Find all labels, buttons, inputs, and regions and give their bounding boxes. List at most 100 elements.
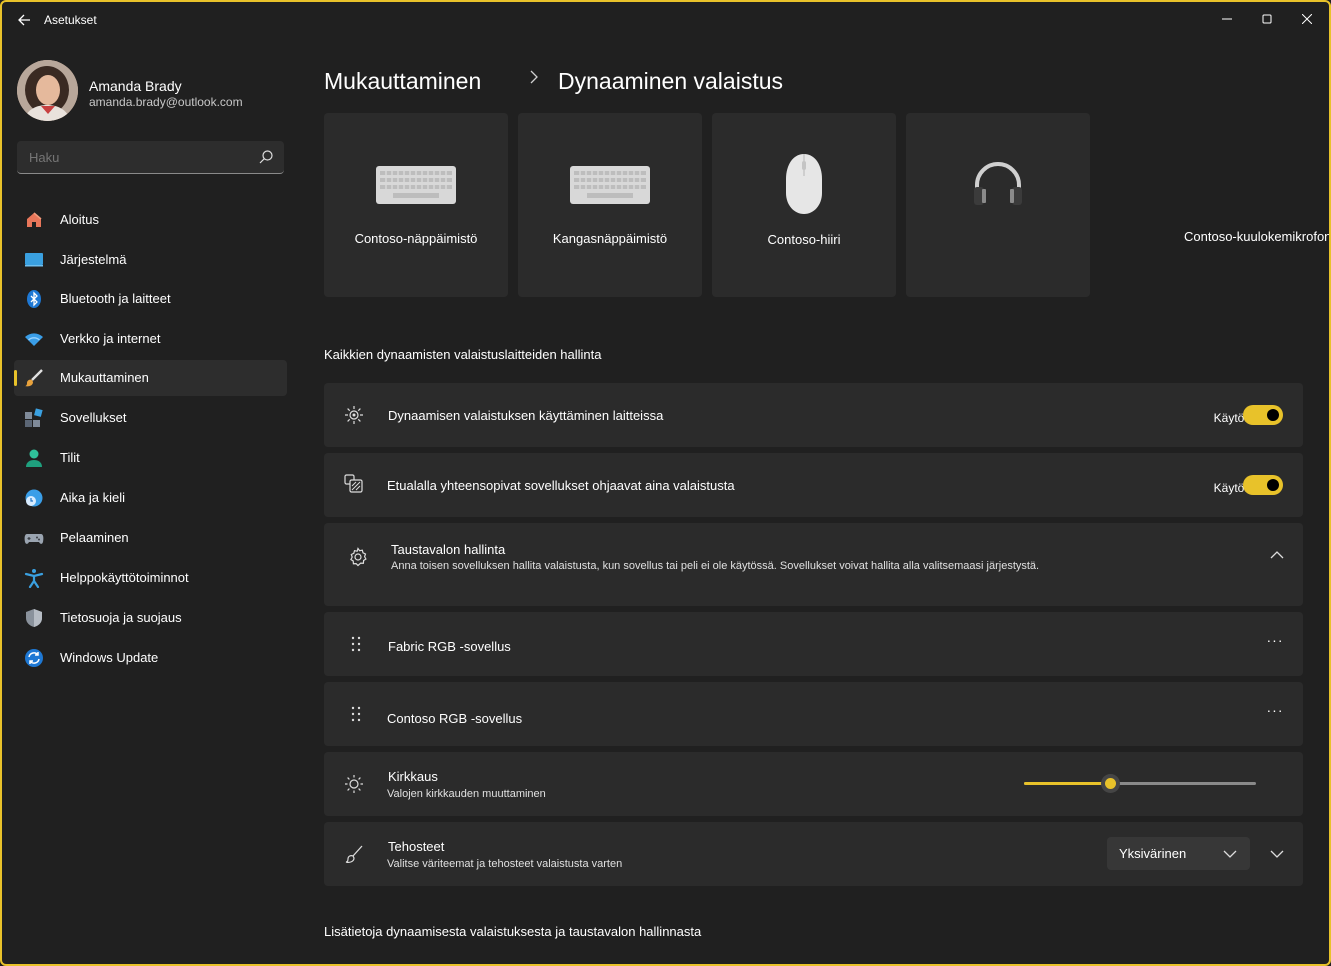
app-title: Asetukset <box>44 13 97 27</box>
sidebar-item-tilit[interactable]: Tilit <box>14 440 287 476</box>
maximize-button[interactable] <box>1247 8 1287 32</box>
sidebar-item-label: Järjestelmä <box>60 252 127 267</box>
row-title: Fabric RGB -sovellus <box>388 639 511 654</box>
foreground-apps-row: Etualalla yhteensopivat sovellukset ohja… <box>324 453 1303 517</box>
bluetooth-icon <box>27 290 41 308</box>
more-options-button[interactable]: ··· <box>1263 632 1287 652</box>
brush-icon <box>25 369 43 387</box>
device-label: Contoso-hiiri <box>767 232 841 247</box>
sidebar-item-bluetooth[interactable]: Bluetooth ja laitteet <box>14 281 287 317</box>
row-title: Kirkkaus <box>388 769 438 784</box>
profile-email: amanda.brady@outlook.com <box>89 95 243 109</box>
sidebar-item-verkko[interactable]: Verkko ja internet <box>14 321 287 357</box>
home-icon <box>27 212 42 227</box>
search-box[interactable] <box>17 141 284 174</box>
selection-indicator <box>14 370 17 386</box>
back-arrow-icon <box>18 14 30 26</box>
gamepad-icon <box>24 534 44 544</box>
more-options-button[interactable]: ··· <box>1263 702 1287 722</box>
device-label: Kangasnäppäimistö <box>552 231 668 246</box>
wifi-icon <box>25 333 43 346</box>
breadcrumb-parent[interactable]: Mukauttaminen <box>324 68 481 95</box>
profile-name: Amanda Brady <box>89 78 182 94</box>
row-title: Etualalla yhteensopivat sovellukset ohja… <box>387 478 735 493</box>
row-subtitle: Valitse väriteemat ja tehosteet valaistu… <box>387 858 623 870</box>
chevron-down-icon[interactable] <box>1267 844 1287 864</box>
sidebar-item-pelaaminen[interactable]: Pelaaminen <box>14 520 287 556</box>
app-order-row[interactable]: Contoso RGB -sovellus ··· <box>324 682 1303 746</box>
foreground-apps-toggle[interactable] <box>1243 475 1283 495</box>
sidebar-item-windows-update[interactable]: Windows Update <box>14 640 287 676</box>
lighting-icon <box>345 406 363 424</box>
device-label: Contoso-kuulokemikrofoni <box>1184 229 1331 244</box>
device-label: Contoso-näppäimistö <box>354 231 478 246</box>
sidebar-item-jarjestelma[interactable]: Järjestelmä <box>14 242 287 278</box>
toggle-knob <box>1267 479 1279 491</box>
sidebar-item-label: Verkko ja internet <box>60 331 161 346</box>
effects-row[interactable]: Tehosteet Valitse väriteemat ja tehostee… <box>324 822 1303 886</box>
sidebar-item-label: Helppokäyttötoiminnot <box>60 570 189 585</box>
keyboard-icon <box>570 166 650 204</box>
shield-icon <box>26 609 42 627</box>
slider-thumb[interactable] <box>1100 774 1120 793</box>
sidebar-item-aloitus[interactable]: Aloitus <box>14 202 287 238</box>
time-language-icon <box>25 489 43 507</box>
row-title: Tehosteet <box>388 839 445 854</box>
use-dynamic-lighting-row: Dynaamisen valaistuksen käyttäminen lait… <box>324 383 1303 447</box>
sidebar-item-label: Mukauttaminen <box>60 370 149 385</box>
chevron-up-icon[interactable] <box>1267 545 1287 565</box>
chevron-down-icon <box>1223 850 1237 858</box>
minimize-icon <box>1222 18 1232 20</box>
device-card-contoso-headset[interactable] <box>906 113 1090 297</box>
title-bar: Asetukset <box>2 2 1329 38</box>
device-card-fabric-keyboard[interactable]: Kangasnäppäimistö <box>518 113 702 297</box>
sidebar-item-sovellukset[interactable]: Sovellukset <box>14 400 287 436</box>
breadcrumb-chevron-icon <box>529 70 539 89</box>
row-title: Contoso RGB -sovellus <box>387 711 523 726</box>
system-icon <box>25 253 43 267</box>
use-dynamic-lighting-toggle[interactable] <box>1243 405 1283 425</box>
sidebar-item-label: Tilit <box>60 450 80 465</box>
brightness-row: Kirkkaus Valojen kirkkauden muuttaminen <box>324 752 1303 816</box>
device-card-contoso-keyboard[interactable]: Contoso-näppäimistö <box>324 113 508 297</box>
avatar[interactable] <box>17 60 78 121</box>
brush-icon <box>345 845 363 863</box>
background-control-row[interactable]: Taustavalon hallinta Anna toisen sovellu… <box>324 523 1303 606</box>
learn-more-link[interactable]: Lisätietoja dynaamisesta valaistuksesta … <box>324 924 701 939</box>
row-subtitle: Anna toisen sovelluksen hallita valaistu… <box>391 560 1040 572</box>
device-card-contoso-mouse[interactable]: Contoso-hiiri <box>712 113 896 297</box>
headset-icon <box>974 162 1022 205</box>
back-button[interactable] <box>14 10 34 30</box>
sidebar-item-label: Tietosuoja ja suojaus <box>60 610 182 625</box>
close-icon <box>1301 13 1313 25</box>
sidebar-item-aika[interactable]: Aika ja kieli <box>14 480 287 516</box>
accessibility-icon <box>24 569 44 588</box>
sidebar-item-label: Aika ja kieli <box>60 490 126 505</box>
sidebar-item-tietosuoja[interactable]: Tietosuoja ja suojaus <box>14 600 287 636</box>
brightness-slider[interactable] <box>1024 774 1256 793</box>
brightness-icon <box>345 775 363 793</box>
app-order-row[interactable]: Fabric RGB -sovellus ··· <box>324 612 1303 676</box>
page-title: Dynaaminen valaistus <box>558 68 784 94</box>
drag-handle-icon[interactable] <box>346 634 366 654</box>
sidebar-item-label: Bluetooth ja laitteet <box>60 291 171 306</box>
toggle-knob <box>1267 409 1279 421</box>
minimize-button[interactable] <box>1207 8 1247 32</box>
row-title: Taustavalon hallinta <box>391 542 506 557</box>
row-title: Dynaamisen valaistuksen käyttäminen lait… <box>388 408 664 423</box>
maximize-icon <box>1262 14 1272 24</box>
apps-icon <box>25 408 43 427</box>
effects-dropdown[interactable]: Yksivärinen <box>1107 837 1250 870</box>
sidebar-item-helppokayttotoiminnot[interactable]: Helppokäyttötoiminnot <box>14 560 287 596</box>
update-icon <box>25 649 43 667</box>
mouse-icon <box>786 154 822 214</box>
row-subtitle: Valojen kirkkauden muuttaminen <box>387 788 546 800</box>
drag-handle-icon[interactable] <box>346 704 366 724</box>
close-button[interactable] <box>1287 8 1327 32</box>
slider-fill <box>1024 782 1110 785</box>
gear-icon <box>350 547 367 567</box>
account-icon <box>26 449 42 467</box>
search-input[interactable] <box>29 150 229 165</box>
sidebar-item-mukauttaminen[interactable]: Mukauttaminen <box>14 360 287 396</box>
search-icon[interactable] <box>258 149 274 165</box>
